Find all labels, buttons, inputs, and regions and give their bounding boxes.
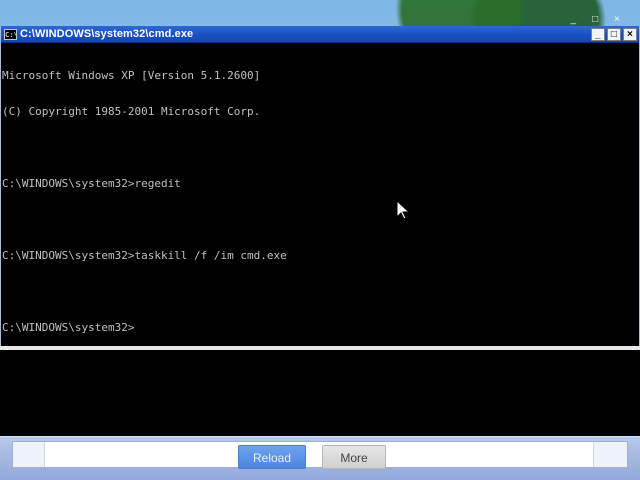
console-line: C:\WINDOWS\system32>taskkill /f /im cmd.… [2, 249, 287, 262]
desktop-window-controls: _ □ × [515, 13, 620, 25]
maximize-button[interactable]: □ [607, 27, 621, 41]
command-prompt-window[interactable]: C:\ C:\WINDOWS\system32\cmd.exe _ □ × Mi… [0, 26, 640, 346]
window-titlebar[interactable]: C:\ C:\WINDOWS\system32\cmd.exe _ □ × [1, 26, 639, 43]
toolbar-frame [12, 441, 628, 468]
window-title: C:\WINDOWS\system32\cmd.exe [20, 28, 194, 40]
reload-button[interactable]: Reload [238, 445, 306, 469]
console-line: C:\WINDOWS\system32>regedit [2, 177, 181, 190]
desktop-close-icon[interactable]: × [614, 14, 620, 25]
console-prompt-line: C:\WINDOWS\system32> [2, 321, 135, 334]
console-output[interactable]: Microsoft Windows XP [Version 5.1.2600] … [1, 43, 639, 346]
console-line: (C) Copyright 1985-2001 Microsoft Corp. [2, 105, 261, 118]
console-icon: C:\ [4, 28, 18, 40]
console-line: Microsoft Windows XP [Version 5.1.2600] [2, 69, 261, 82]
desktop-maximize-icon[interactable]: □ [592, 14, 598, 25]
more-button[interactable]: More [322, 445, 386, 469]
toolbar-input-area[interactable] [44, 442, 594, 467]
minimize-button[interactable]: _ [591, 27, 605, 41]
close-button[interactable]: × [623, 27, 637, 41]
window-controls: _ □ × [591, 27, 637, 41]
bottom-toolbar: Reload More [0, 436, 640, 480]
arrow-cursor-icon [396, 200, 410, 220]
desktop-minimize-icon[interactable]: _ [571, 14, 577, 25]
